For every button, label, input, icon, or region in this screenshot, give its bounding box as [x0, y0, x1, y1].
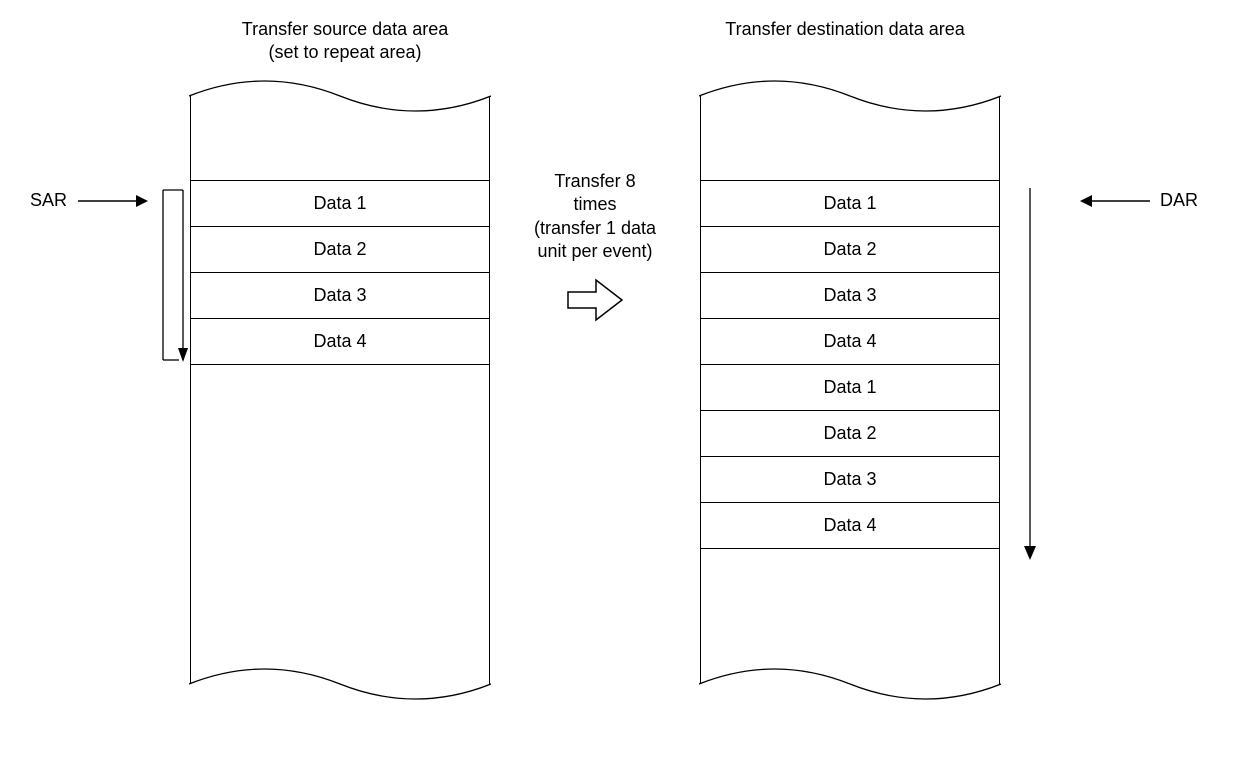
- destination-row-label: Data 2: [823, 423, 876, 444]
- source-title-line2: (set to repeat area): [268, 42, 421, 62]
- destination-row-label: Data 4: [823, 515, 876, 536]
- source-row: Data 4: [190, 318, 490, 365]
- source-title-line1: Transfer source data area: [242, 19, 448, 39]
- source-title: Transfer source data area (set to repeat…: [180, 18, 510, 65]
- destination-row: Data 2: [700, 226, 1000, 272]
- destination-row: Data 1: [700, 364, 1000, 410]
- destination-row: Data 3: [700, 456, 1000, 502]
- source-row-label: Data 2: [313, 239, 366, 260]
- destination-row-label: Data 2: [823, 239, 876, 260]
- sar-label: SAR: [30, 190, 67, 211]
- destination-row-label: Data 3: [823, 285, 876, 306]
- destination-row-label: Data 1: [823, 193, 876, 214]
- source-bottom-edge: [189, 668, 491, 700]
- destination-title-line1: Transfer destination data area: [725, 19, 964, 39]
- destination-rows: Data 1 Data 2 Data 3 Data 4 Data 1 Data 2 Data…: [700, 180, 1000, 549]
- transfer-note: Transfer 8 times (transfer 1 data unit p…: [525, 170, 665, 264]
- destination-bottom-edge: [699, 668, 1001, 700]
- source-rows: Data 1 Data 2 Data 3 Data 4: [190, 180, 490, 365]
- dar-down-arrow-icon: [1018, 180, 1042, 560]
- dar-arrow-icon: [1080, 188, 1150, 214]
- destination-row: Data 4: [700, 318, 1000, 364]
- destination-row: Data 1: [700, 180, 1000, 226]
- source-row: Data 3: [190, 272, 490, 318]
- sar-arrow-icon: [78, 188, 148, 214]
- transfer-note-line3: (transfer 1 data: [534, 218, 656, 238]
- destination-row: Data 3: [700, 272, 1000, 318]
- source-row: Data 2: [190, 226, 490, 272]
- transfer-note-line2: times: [573, 194, 616, 214]
- destination-row-label: Data 4: [823, 331, 876, 352]
- source-row-label: Data 4: [313, 331, 366, 352]
- destination-title: Transfer destination data area: [680, 18, 1010, 41]
- source-memory-block: Data 1 Data 2 Data 3 Data 4: [190, 80, 490, 700]
- destination-row-label: Data 1: [823, 377, 876, 398]
- destination-row: Data 2: [700, 410, 1000, 456]
- destination-row: Data 4: [700, 502, 1000, 549]
- destination-row-label: Data 3: [823, 469, 876, 490]
- dar-label: DAR: [1160, 190, 1198, 211]
- sar-loop-arrow-icon: [155, 180, 189, 370]
- source-row-label: Data 3: [313, 285, 366, 306]
- transfer-note-line1: Transfer 8: [554, 171, 635, 191]
- transfer-arrow-icon: [566, 278, 624, 322]
- source-row: Data 1: [190, 180, 490, 226]
- transfer-note-line4: unit per event): [537, 241, 652, 261]
- source-row-label: Data 1: [313, 193, 366, 214]
- destination-memory-block: Data 1 Data 2 Data 3 Data 4 Data 1 Data 2 Data…: [700, 80, 1000, 700]
